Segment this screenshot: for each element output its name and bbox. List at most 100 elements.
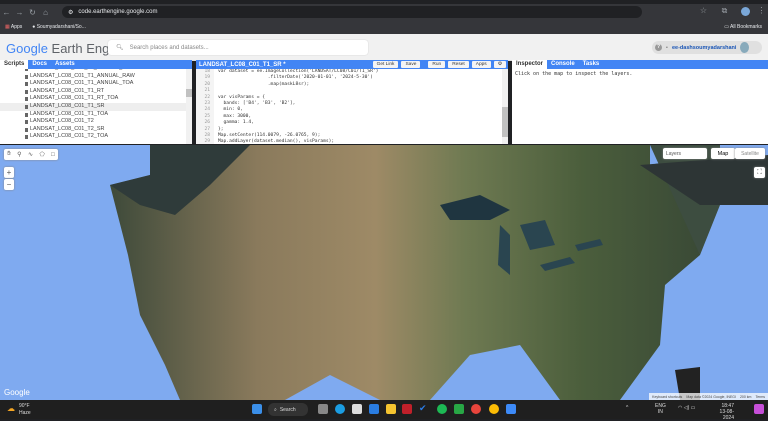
browser-toolbar: ← → ↻ ⌂ ⚙ code.earthengine.google.com ☆ ⧉…	[0, 4, 768, 20]
inspector-panel: Click on the map to inspect the layers.	[512, 69, 768, 144]
menu-icon[interactable]: ⋮	[755, 6, 768, 15]
polygon-icon[interactable]: ⬠	[39, 151, 44, 158]
tab-assets[interactable]: Assets	[51, 60, 79, 69]
account-chip[interactable]: ? ▪ ee-dashsoumyadarshani	[652, 41, 762, 54]
app-icon[interactable]	[402, 404, 412, 414]
google-watermark: Google	[4, 388, 30, 397]
feedback-icon[interactable]: ▪	[666, 45, 668, 51]
reload-icon[interactable]: ↻	[26, 8, 39, 17]
extensions-icon[interactable]: ⧉	[718, 6, 731, 16]
zoom-in-button[interactable]: +	[4, 167, 14, 178]
map-type-satellite[interactable]: Satellite	[735, 148, 765, 159]
help-icon[interactable]: ?	[655, 44, 662, 51]
line-icon[interactable]: ∿	[28, 151, 33, 158]
edge-icon[interactable]	[335, 404, 345, 414]
weather-temp: 90°F	[19, 403, 30, 409]
avatar[interactable]	[740, 42, 750, 53]
asset-item[interactable]: LANDSAT_LC08_C01_T1_ANNUAL_TOA	[0, 80, 192, 88]
pan-hand-icon[interactable]: ✋︎	[7, 151, 10, 158]
line-number: 29	[196, 139, 214, 144]
bookmark-github[interactable]: ● Soumyadarshani/So...	[32, 24, 86, 30]
left-panel-tabs: Scripts Docs Assets	[0, 60, 192, 69]
asset-item[interactable]: LANDSAT_LC08_C01_T1_SR	[0, 102, 192, 111]
asset-item[interactable]: LANDSAT_LC08_C01_T2	[0, 118, 192, 126]
whatsapp-icon[interactable]	[454, 404, 464, 414]
tab-scripts[interactable]: Scripts	[0, 60, 29, 69]
terms-link[interactable]: Terms	[755, 395, 765, 399]
point-marker-icon[interactable]: ⚲	[17, 151, 21, 158]
file-explorer-icon[interactable]	[386, 404, 396, 414]
tab-inspector[interactable]: Inspector	[512, 60, 548, 69]
weather-desc: Haze	[19, 410, 31, 416]
github-icon: ●	[32, 24, 36, 30]
apps-grid-icon: ▦	[5, 24, 10, 30]
asset-item[interactable]: LANDSAT_LC08_C01_T1_RT_TOA	[0, 95, 192, 103]
taskbar-search[interactable]: ⌕ Search	[268, 403, 308, 416]
bookmarks-bar: ▦ Apps ● Soumyadarshani/So... ▭ All Book…	[0, 20, 768, 34]
search-input[interactable]: 🔍︎ Search places and datasets...	[108, 40, 368, 55]
store-icon[interactable]	[352, 404, 362, 414]
asset-item[interactable]: LANDSAT_LC08_C01_T1_RT	[0, 88, 192, 96]
tray-chevron-icon[interactable]: ^	[626, 405, 628, 411]
reset-button[interactable]: Reset	[448, 61, 469, 68]
task-view-icon[interactable]	[318, 404, 328, 414]
editor-scrollbar[interactable]	[502, 69, 508, 144]
windows-start-icon[interactable]	[252, 404, 262, 414]
code-text: Map.addLayer(dataset.median(), visParams…	[218, 139, 335, 144]
code-editor[interactable]: 18 var dataset = ee.ImageCollection('LAND…	[196, 69, 508, 144]
asset-item[interactable]: LANDSAT_LC08_C01_T1_ANNUAL_RAW	[0, 73, 192, 81]
scripts-list: LANDSAT_LC08_C01_T1_ANNUAL_NDVILANDSAT_L…	[0, 69, 192, 144]
bookmark-star-icon[interactable]: ☆	[697, 6, 710, 15]
map-type-map[interactable]: Map	[711, 148, 735, 159]
get-link-button[interactable]: Get Link	[372, 61, 399, 68]
folder-icon: ▭	[724, 24, 729, 30]
bookmark-apps[interactable]: ▦ Apps	[5, 24, 22, 30]
back-icon[interactable]: ←	[0, 8, 13, 17]
taskbar: ☁ 90°F Haze ⌕ Search ✔ ^ ENG IN ◠ ◁) ▭ 18:…	[0, 400, 768, 421]
map-canvas[interactable]: ✋︎ ⚲ ∿ ⬠ □ + − Layers Map Satellite ⛶ Google…	[0, 145, 768, 400]
drawing-tools: ✋︎ ⚲ ∿ ⬠ □	[4, 149, 58, 160]
keyboard-shortcuts-link[interactable]: Keyboard shortcuts	[652, 395, 682, 399]
apps-button[interactable]: Apps	[471, 61, 491, 68]
asset-item[interactable]: LANDSAT_LC08_C01_T1_TOA	[0, 111, 192, 119]
layers-button[interactable]: Layers	[663, 148, 707, 159]
chrome-icon[interactable]	[471, 404, 481, 414]
search-icon: 🔍︎	[116, 45, 124, 51]
todo-check-icon[interactable]: ✔	[419, 403, 429, 413]
tab-docs[interactable]: Docs	[28, 60, 51, 69]
profile-avatar[interactable]	[741, 7, 750, 16]
tab-console[interactable]: Console	[547, 60, 579, 69]
right-panel-tabs: Inspector Console Tasks	[512, 60, 768, 69]
chrome-profile-icon[interactable]	[489, 404, 499, 414]
app-icon-2[interactable]	[506, 404, 516, 414]
search-icon: ⌕	[274, 406, 277, 413]
rectangle-icon[interactable]: □	[51, 152, 55, 158]
settings-gear-icon[interactable]: ⚙	[493, 61, 506, 68]
code-text: .map(maskL8sr);	[218, 81, 310, 87]
inspector-message: Click on the map to inspect the layers.	[515, 71, 633, 77]
fullscreen-icon[interactable]: ⛶	[754, 167, 765, 178]
address-bar[interactable]: ⚙ code.earthengine.google.com	[62, 6, 642, 18]
spotify-icon[interactable]	[437, 404, 447, 414]
copilot-icon[interactable]	[754, 404, 764, 414]
all-bookmarks[interactable]: ▭ All Bookmarks	[724, 24, 762, 30]
asset-item[interactable]: LANDSAT_LC08_C01_T2_TOA	[0, 133, 192, 141]
scrollbar[interactable]	[186, 69, 192, 144]
clock[interactable]: 18:47 13-08-2024	[712, 403, 734, 421]
home-icon[interactable]: ⌂	[39, 8, 52, 17]
code-line[interactable]: 29 Map.addLayer(dataset.median(), visPara…	[196, 139, 508, 144]
wifi-volume-battery-icons[interactable]: ◠ ◁) ▭	[678, 405, 695, 411]
map-attribution: Map data ©2024 Google, INEGI	[686, 394, 736, 399]
zoom-out-button[interactable]: −	[4, 179, 14, 190]
language-indicator[interactable]: ENG IN	[655, 403, 666, 415]
tab-tasks[interactable]: Tasks	[579, 60, 604, 69]
asset-item[interactable]: LANDSAT_LC08_C01_T2_SR	[0, 126, 192, 134]
url-text: code.earthengine.google.com	[78, 9, 158, 15]
site-info-icon[interactable]: ⚙	[68, 9, 73, 16]
mail-icon[interactable]	[369, 404, 379, 414]
scale-bar: 200 km	[739, 394, 752, 399]
code-editor-header: LANDSAT_LC08_C01_T1_SR * Get Link Save R…	[196, 60, 508, 69]
forward-icon[interactable]: →	[13, 8, 26, 17]
save-button[interactable]: Save	[401, 61, 421, 68]
run-button[interactable]: Run	[428, 61, 446, 68]
